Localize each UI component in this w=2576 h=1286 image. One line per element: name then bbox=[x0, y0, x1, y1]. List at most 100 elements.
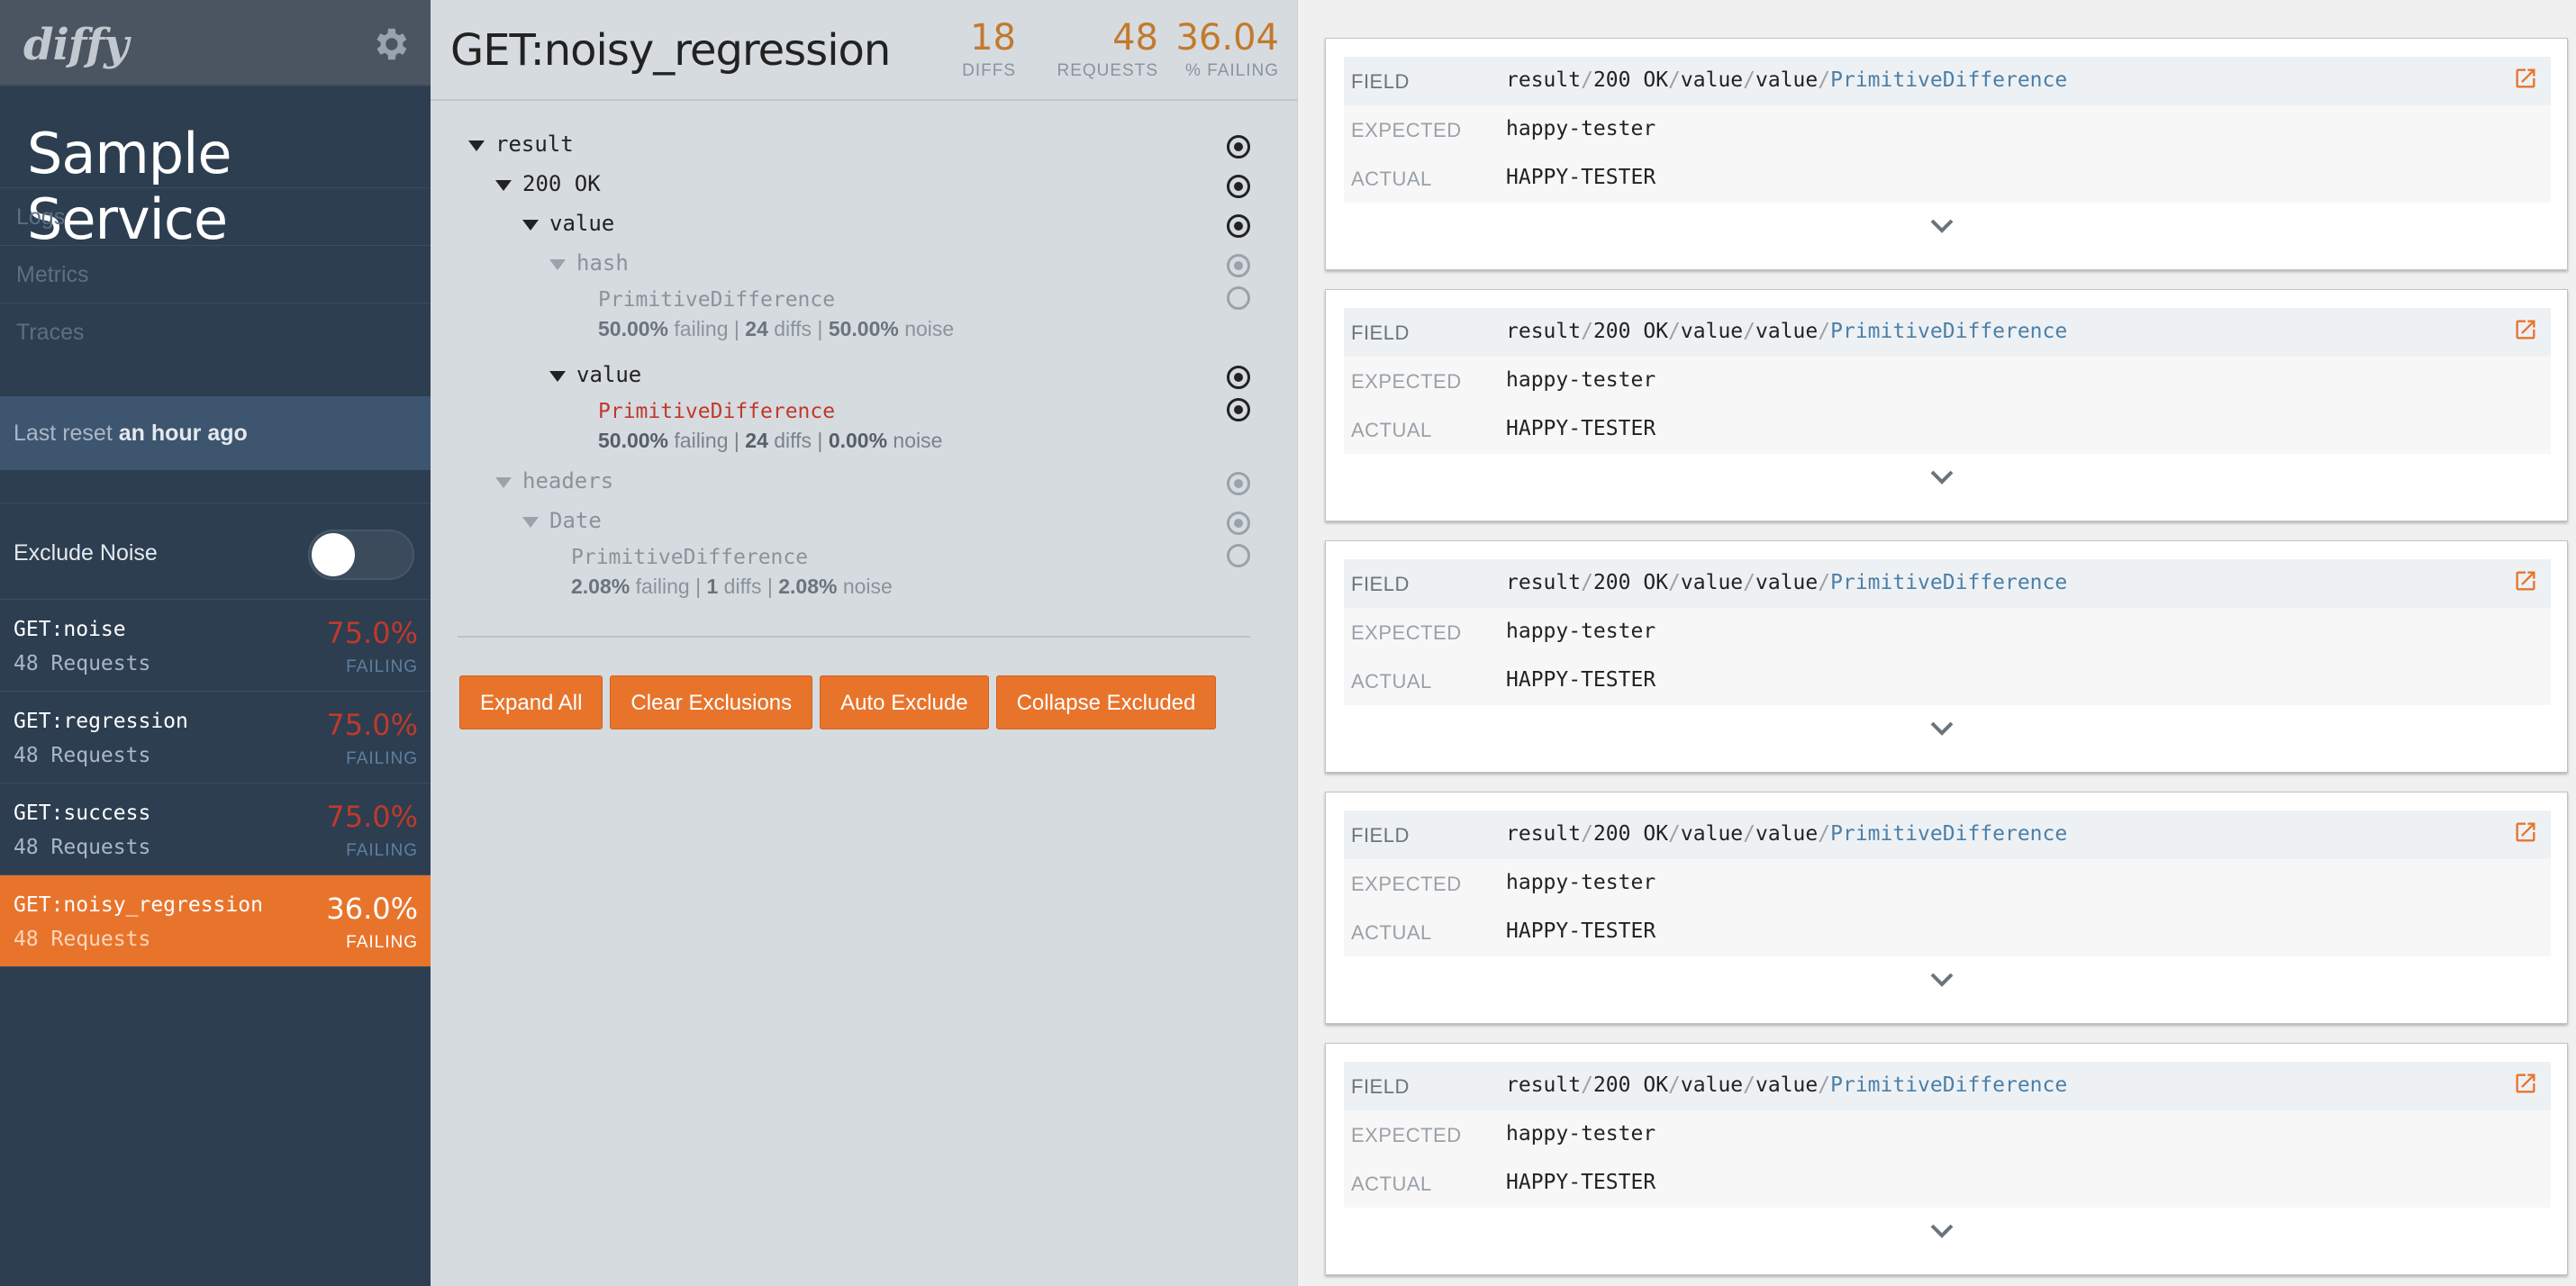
tree-node-result[interactable]: result bbox=[458, 126, 1268, 166]
sidebar-item-logs[interactable]: Logs bbox=[0, 187, 431, 245]
field-row: FIELD result/200 OK/value/value/Primitiv… bbox=[1344, 1062, 2551, 1110]
stat-label: % FAILING bbox=[1184, 61, 1279, 80]
stat-number: 18 bbox=[970, 17, 1016, 59]
include-radio-icon[interactable] bbox=[1227, 135, 1250, 158]
exclude-radio-icon[interactable] bbox=[1227, 286, 1250, 310]
include-radio-icon[interactable] bbox=[1227, 398, 1250, 421]
diff-card: FIELD result/200 OK/value/value/Primitiv… bbox=[1325, 540, 2568, 773]
caret-down-icon[interactable] bbox=[522, 517, 539, 528]
external-link-icon[interactable] bbox=[2513, 66, 2538, 91]
external-link-icon[interactable] bbox=[2513, 1071, 2538, 1096]
endpoint-item-active[interactable]: GET:noisy_regression 48 Requests 36.0% F… bbox=[0, 875, 431, 967]
tree-leaf-date[interactable]: PrimitiveDifference 2.08% failing | 1 di… bbox=[458, 542, 1268, 609]
caret-down-icon[interactable] bbox=[549, 259, 566, 270]
endpoint-item[interactable]: GET:regression 48 Requests 75.0% FAILING bbox=[0, 692, 431, 783]
endpoint-failing-pct: 75.0% bbox=[326, 708, 418, 742]
endpoint-name: GET:noise bbox=[14, 618, 126, 641]
toggle-knob bbox=[312, 533, 355, 576]
expected-row: EXPECTED happy-tester bbox=[1344, 1110, 2551, 1159]
chevron-down-icon[interactable] bbox=[1929, 468, 1955, 486]
path-segment: value bbox=[1680, 320, 1744, 343]
field-key: FIELD bbox=[1351, 322, 1410, 344]
sidebar-item-traces[interactable]: Traces bbox=[0, 303, 431, 360]
endpoint-requests: 48 Requests bbox=[14, 836, 151, 859]
stat-failing: 36.04 % FAILING bbox=[1175, 18, 1279, 81]
field-key: FIELD bbox=[1351, 1075, 1410, 1098]
endpoint-failing-pct: 36.0% bbox=[326, 892, 418, 926]
sidebar: diffy Sample Service Logs Metrics Traces… bbox=[0, 0, 431, 1286]
path-segment: 200 OK bbox=[1592, 571, 1669, 594]
leaf-noise: 2.08% bbox=[778, 575, 838, 598]
caret-down-icon[interactable] bbox=[495, 477, 512, 488]
field-key: FIELD bbox=[1351, 70, 1410, 93]
tree-node-label: value bbox=[576, 362, 642, 387]
gear-icon[interactable] bbox=[369, 23, 411, 65]
actual-row: ACTUAL HAPPY-TESTER bbox=[1344, 405, 2551, 454]
include-radio-icon[interactable] bbox=[1227, 214, 1250, 238]
tree-node-value[interactable]: value bbox=[458, 205, 1268, 245]
caret-down-icon[interactable] bbox=[468, 140, 485, 151]
leaf-failing: 50.00% bbox=[598, 429, 669, 452]
actual-key: ACTUAL bbox=[1351, 419, 1432, 441]
chevron-down-icon[interactable] bbox=[1929, 217, 1955, 235]
external-link-icon[interactable] bbox=[2513, 568, 2538, 593]
expected-row: EXPECTED happy-tester bbox=[1344, 608, 2551, 657]
clear-exclusions-button[interactable]: Clear Exclusions bbox=[610, 675, 813, 729]
path-segment: PrimitiveDifference bbox=[1830, 68, 2068, 92]
endpoint-list: GET:noise 48 Requests 75.0% FAILING GET:… bbox=[0, 600, 431, 967]
path-segment: PrimitiveDifference bbox=[1830, 320, 2068, 343]
field-path: result/200 OK/value/value/PrimitiveDiffe… bbox=[1506, 822, 2068, 846]
actual-value: HAPPY-TESTER bbox=[1506, 417, 1656, 440]
chevron-down-icon[interactable] bbox=[1929, 720, 1955, 738]
endpoint-status: FAILING bbox=[346, 841, 418, 860]
tree-node-headers[interactable]: headers bbox=[458, 463, 1268, 503]
path-segment: value bbox=[1755, 68, 1819, 92]
diff-tree-panel: GET:noisy_regression 18 DIFFS 48 REQUEST… bbox=[431, 0, 1297, 1286]
endpoint-item[interactable]: GET:success 48 Requests 75.0% FAILING bbox=[0, 783, 431, 875]
caret-down-icon[interactable] bbox=[549, 371, 566, 382]
path-segment: result bbox=[1506, 822, 1582, 846]
leaf-noise: 0.00% bbox=[828, 429, 888, 452]
expand-all-button[interactable]: Expand All bbox=[459, 675, 603, 729]
chevron-down-icon[interactable] bbox=[1929, 971, 1955, 989]
expected-key: EXPECTED bbox=[1351, 1124, 1462, 1146]
tree-node-200-ok[interactable]: 200 OK bbox=[458, 166, 1268, 205]
expected-value: happy-tester bbox=[1506, 871, 1656, 894]
sidebar-item-metrics[interactable]: Metrics bbox=[0, 245, 431, 303]
actual-key: ACTUAL bbox=[1351, 168, 1432, 190]
endpoint-title: GET:noisy_regression bbox=[450, 25, 891, 76]
external-link-icon[interactable] bbox=[2513, 317, 2538, 342]
stat-label: DIFFS bbox=[962, 61, 1016, 80]
include-radio-icon[interactable] bbox=[1227, 366, 1250, 389]
caret-down-icon[interactable] bbox=[522, 220, 539, 231]
include-radio-icon[interactable] bbox=[1227, 512, 1250, 535]
exclude-radio-icon[interactable] bbox=[1227, 544, 1250, 567]
include-radio-icon[interactable] bbox=[1227, 175, 1250, 198]
exclude-noise-row: Exclude Noise bbox=[0, 506, 431, 600]
collapse-excluded-button[interactable]: Collapse Excluded bbox=[995, 675, 1217, 729]
path-segment: value bbox=[1680, 1073, 1744, 1097]
leaf-failing-word: failing bbox=[674, 429, 729, 452]
leaf-radio-wrap bbox=[458, 535, 1268, 575]
leaf-failing: 50.00% bbox=[598, 317, 669, 340]
tree-node-label: hash bbox=[576, 250, 629, 276]
auto-exclude-button[interactable]: Auto Exclude bbox=[820, 675, 989, 729]
exclude-noise-toggle[interactable] bbox=[308, 530, 414, 580]
stat-label: REQUESTS bbox=[1057, 61, 1158, 80]
include-radio-icon[interactable] bbox=[1227, 254, 1250, 277]
external-link-icon[interactable] bbox=[2513, 820, 2538, 845]
endpoint-requests: 48 Requests bbox=[14, 744, 151, 767]
endpoint-status: FAILING bbox=[346, 749, 418, 768]
field-row: FIELD result/200 OK/value/value/Primitiv… bbox=[1344, 559, 2551, 608]
tree-leaf-hash[interactable]: PrimitiveDifference 50.00% failing | 24 … bbox=[458, 285, 1268, 351]
chevron-down-icon[interactable] bbox=[1929, 1222, 1955, 1240]
tree-leaf-value[interactable]: PrimitiveDifference 50.00% failing | 24 … bbox=[458, 396, 1268, 463]
diffy-logo[interactable]: diffy bbox=[23, 20, 129, 70]
caret-down-icon[interactable] bbox=[495, 180, 512, 191]
include-radio-icon[interactable] bbox=[1227, 472, 1250, 495]
endpoint-item[interactable]: GET:noise 48 Requests 75.0% FAILING bbox=[0, 600, 431, 692]
actual-row: ACTUAL HAPPY-TESTER bbox=[1344, 908, 2551, 956]
tree-actions: Expand All Clear Exclusions Auto Exclude… bbox=[459, 675, 1217, 729]
last-reset-value: an hour ago bbox=[118, 421, 248, 446]
leaf-diffs: 1 bbox=[706, 575, 719, 598]
